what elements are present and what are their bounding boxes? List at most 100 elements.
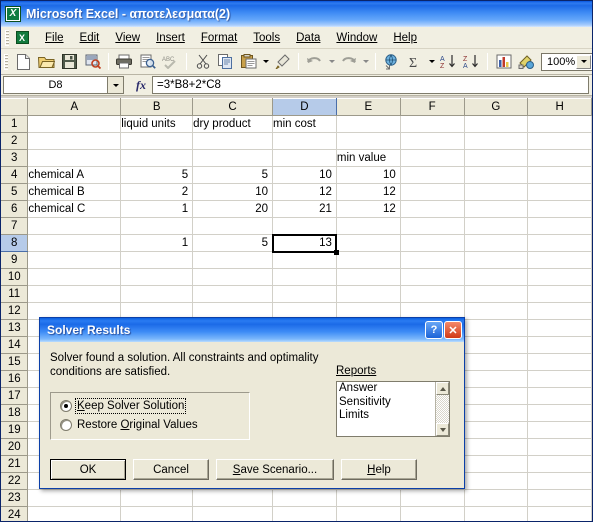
column-header-g[interactable]: G: [464, 98, 529, 116]
sort-descending-icon[interactable]: ZA: [460, 51, 483, 73]
cell-d23[interactable]: [272, 489, 337, 507]
cell-c5[interactable]: 10: [192, 183, 274, 201]
cell-c8[interactable]: 5: [192, 234, 274, 252]
cell-a23[interactable]: [27, 489, 122, 507]
row-header-13[interactable]: 13: [1, 319, 29, 337]
cell-g7[interactable]: [464, 217, 529, 235]
column-header-b[interactable]: B: [120, 98, 194, 116]
cell-b6[interactable]: 1: [120, 200, 194, 218]
cell-h5[interactable]: [527, 183, 592, 201]
reports-scrollbar[interactable]: [435, 382, 449, 436]
row-header-12[interactable]: 12: [1, 302, 29, 320]
radio-restore-original-values[interactable]: Restore Original Values: [51, 415, 249, 434]
column-header-d[interactable]: D: [272, 98, 337, 116]
row-header-9[interactable]: 9: [1, 251, 29, 269]
open-icon[interactable]: [35, 51, 58, 73]
cell-g10[interactable]: [464, 268, 529, 286]
help-button[interactable]: Help: [341, 459, 417, 480]
row-header-19[interactable]: 19: [1, 421, 29, 439]
cell-h15[interactable]: [527, 353, 592, 371]
formula-input[interactable]: =3*B8+2*C8: [152, 76, 589, 94]
cell-g22[interactable]: [464, 472, 529, 490]
row-header-5[interactable]: 5: [1, 183, 29, 201]
spelling-icon[interactable]: ABC: [159, 51, 182, 73]
cell-g11[interactable]: [464, 285, 529, 303]
cell-e1[interactable]: [336, 115, 401, 133]
menu-item-view[interactable]: View: [107, 29, 148, 47]
cell-h11[interactable]: [527, 285, 592, 303]
cell-b23[interactable]: [120, 489, 194, 507]
menu-item-window[interactable]: Window: [328, 29, 385, 47]
cell-d3[interactable]: [272, 149, 337, 167]
menu-item-edit[interactable]: Edit: [72, 29, 108, 47]
row-header-2[interactable]: 2: [1, 132, 29, 150]
cell-h3[interactable]: [527, 149, 592, 167]
cell-f5[interactable]: [400, 183, 465, 201]
row-header-21[interactable]: 21: [1, 455, 29, 473]
cell-h12[interactable]: [527, 302, 592, 320]
cell-g4[interactable]: [464, 166, 529, 184]
cell-d10[interactable]: [272, 268, 337, 286]
cell-e7[interactable]: [336, 217, 401, 235]
row-header-17[interactable]: 17: [1, 387, 29, 405]
cell-h23[interactable]: [527, 489, 592, 507]
save-scenario-button[interactable]: Save Scenario...: [216, 459, 334, 480]
cell-h6[interactable]: [527, 200, 592, 218]
new-icon[interactable]: [12, 51, 35, 73]
report-item-sensitivity[interactable]: Sensitivity: [339, 396, 435, 410]
cell-e10[interactable]: [336, 268, 401, 286]
column-header-e[interactable]: E: [336, 98, 401, 116]
cell-a7[interactable]: [27, 217, 122, 235]
cell-b10[interactable]: [120, 268, 194, 286]
cell-b24[interactable]: [120, 506, 194, 521]
menu-item-help[interactable]: Help: [385, 29, 425, 47]
cell-h24[interactable]: [527, 506, 592, 521]
undo-dropdown[interactable]: [326, 51, 337, 73]
cell-e9[interactable]: [336, 251, 401, 269]
row-header-11[interactable]: 11: [1, 285, 29, 303]
cell-f4[interactable]: [400, 166, 465, 184]
cell-g8[interactable]: [464, 234, 529, 252]
row-header-14[interactable]: 14: [1, 336, 29, 354]
cell-e6[interactable]: 12: [336, 200, 401, 218]
cell-h19[interactable]: [527, 421, 592, 439]
cell-g20[interactable]: [464, 438, 529, 456]
cell-g21[interactable]: [464, 455, 529, 473]
name-box-dropdown-icon[interactable]: [107, 76, 124, 94]
cell-b2[interactable]: [120, 132, 194, 150]
format-painter-icon[interactable]: [271, 51, 294, 73]
cell-h9[interactable]: [527, 251, 592, 269]
autosum-icon[interactable]: Σ: [403, 51, 426, 73]
menu-item-data[interactable]: Data: [288, 29, 328, 47]
print-search-icon[interactable]: [81, 51, 104, 73]
cell-g18[interactable]: [464, 404, 529, 422]
menu-item-tools[interactable]: Tools: [245, 29, 288, 47]
cell-f9[interactable]: [400, 251, 465, 269]
chevron-down-icon[interactable]: [576, 54, 591, 69]
report-item-limits[interactable]: Limits: [339, 409, 435, 423]
row-header-22[interactable]: 22: [1, 472, 29, 490]
paste-icon[interactable]: [237, 51, 260, 73]
scroll-down-icon[interactable]: [436, 423, 449, 436]
cell-b4[interactable]: 5: [120, 166, 194, 184]
save-icon[interactable]: [58, 51, 81, 73]
cell-c11[interactable]: [192, 285, 274, 303]
cell-c4[interactable]: 5: [192, 166, 274, 184]
cut-icon[interactable]: [191, 51, 214, 73]
cell-g15[interactable]: [464, 353, 529, 371]
cell-d5[interactable]: 12: [272, 183, 337, 201]
cell-h2[interactable]: [527, 132, 592, 150]
row-header-24[interactable]: 24: [1, 506, 29, 521]
cell-a2[interactable]: [27, 132, 122, 150]
cell-a9[interactable]: [27, 251, 122, 269]
row-header-15[interactable]: 15: [1, 353, 29, 371]
cell-c2[interactable]: [192, 132, 274, 150]
cell-a8[interactable]: [27, 234, 122, 252]
cell-f7[interactable]: [400, 217, 465, 235]
cell-h1[interactable]: [527, 115, 592, 133]
column-header-h[interactable]: H: [527, 98, 592, 116]
cell-e8[interactable]: [336, 234, 401, 252]
cell-d1[interactable]: min cost: [272, 115, 337, 133]
column-header-a[interactable]: A: [27, 98, 122, 116]
cell-b7[interactable]: [120, 217, 194, 235]
